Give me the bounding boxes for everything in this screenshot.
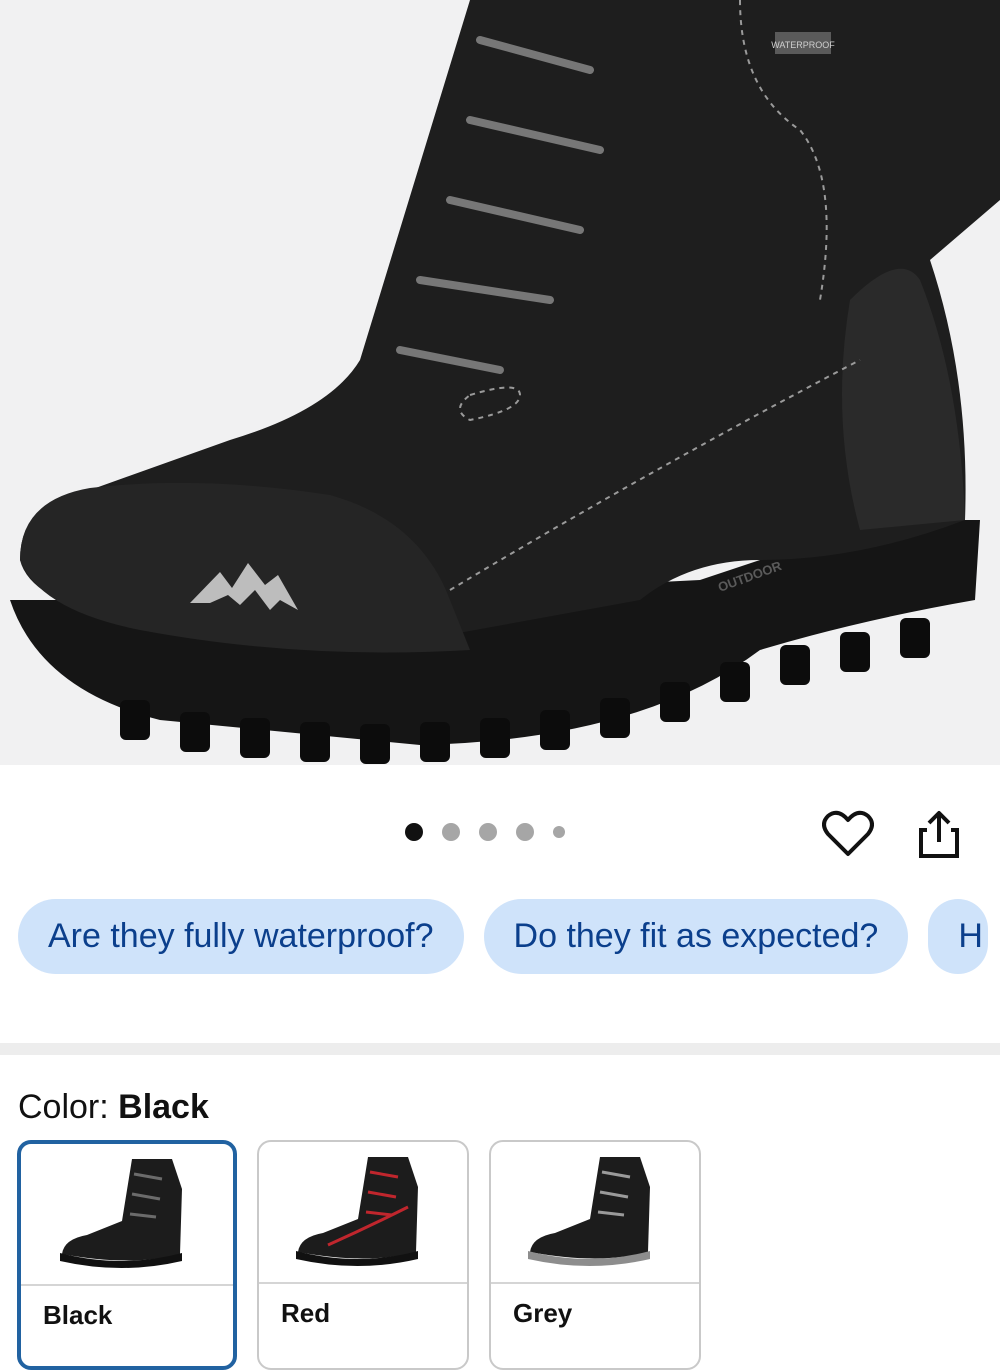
- color-swatch-grey[interactable]: Grey: [489, 1140, 701, 1370]
- boot-illustration: WATERPROOF OUTDOOR: [10, 0, 1000, 764]
- carousel-dot[interactable]: [479, 823, 497, 841]
- swatch-label: Red: [281, 1298, 331, 1328]
- product-image[interactable]: WATERPROOF OUTDOOR: [0, 0, 1000, 765]
- swatch-thumbnail: [21, 1144, 233, 1284]
- suggested-questions: Are they fully waterproof? Do they fit a…: [18, 899, 989, 974]
- question-chip[interactable]: Are they fully waterproof?: [18, 899, 464, 974]
- swatch-thumbnail: [259, 1142, 467, 1282]
- carousel-dot[interactable]: [442, 823, 460, 841]
- tongue-label: WATERPROOF: [771, 40, 835, 50]
- boot-thumbnail-icon: [528, 1157, 650, 1266]
- swatch-label: Grey: [513, 1298, 573, 1328]
- question-chip[interactable]: Do they fit as expected?: [483, 899, 909, 974]
- swatch-separator: [491, 1282, 699, 1284]
- boot-thumbnail-icon: [296, 1157, 418, 1266]
- share-button[interactable]: [915, 808, 963, 862]
- color-swatch-black[interactable]: Black: [17, 1140, 237, 1370]
- boot-thumbnail-icon: [60, 1159, 182, 1268]
- carousel-dot[interactable]: [516, 823, 534, 841]
- swatch-label: Black: [43, 1300, 113, 1330]
- color-prefix: Color:: [18, 1088, 119, 1126]
- selected-color: Black: [118, 1088, 209, 1126]
- share-icon: [919, 811, 959, 858]
- question-chip[interactable]: H: [928, 899, 989, 974]
- swatch-separator: [259, 1282, 467, 1284]
- carousel-indicator[interactable]: [405, 823, 565, 841]
- swatch-thumbnail: [491, 1142, 699, 1282]
- favorite-button[interactable]: [820, 808, 876, 860]
- color-swatch-red[interactable]: Red: [257, 1140, 469, 1370]
- carousel-dot[interactable]: [405, 823, 423, 841]
- heart-icon: [822, 810, 874, 856]
- swatch-separator: [21, 1284, 233, 1286]
- section-divider: [0, 1043, 1000, 1055]
- color-swatches: Black Red Grey: [17, 1140, 701, 1370]
- carousel-dot[interactable]: [553, 826, 565, 838]
- color-heading: Color: Black: [18, 1088, 209, 1127]
